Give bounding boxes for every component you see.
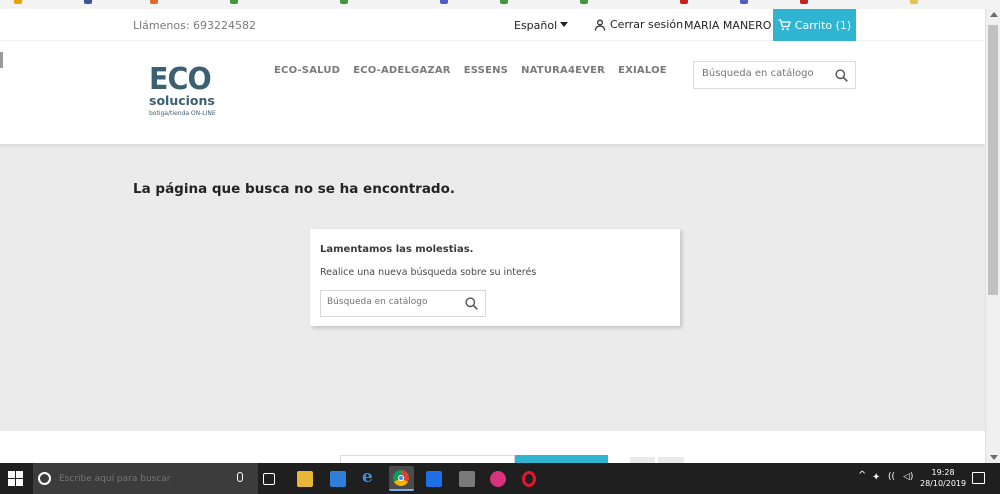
windows-start-icon[interactable]	[8, 471, 23, 486]
menu-item-eco-salud[interactable]: ECO-SALUD	[274, 65, 340, 76]
window-edge-marker	[0, 52, 3, 68]
taskbar-search[interactable]	[33, 463, 258, 494]
show-hidden-icons-icon[interactable]: ^	[858, 470, 866, 481]
menu-item-natura4ever[interactable]: NATURA4EVER	[521, 65, 605, 76]
menu-item-exialoe[interactable]: EXIALOE	[618, 65, 667, 76]
edge-icon[interactable]: e	[362, 467, 378, 487]
header-search-input[interactable]	[702, 68, 832, 79]
site-header: ECO solucions botiga/tienda ON-LINE ECO-…	[0, 41, 985, 144]
footer	[0, 431, 985, 463]
site-logo[interactable]: ECO solucions botiga/tienda ON-LINE	[149, 65, 239, 131]
card-search-input[interactable]	[327, 297, 457, 307]
opera-icon[interactable]	[522, 471, 536, 487]
card-heading: Lamentamos las molestias.	[320, 244, 474, 255]
browser-viewport: Llámenos: 693224582 Español Cerrar sesió…	[0, 9, 985, 463]
clock-date: 28/10/2019	[920, 479, 967, 488]
taskbar-search-input[interactable]	[59, 473, 229, 484]
logout-label: Cerrar sesión	[610, 18, 684, 31]
newsletter-button[interactable]	[515, 455, 608, 463]
page-title: La página que busca no se ha encontrado.	[133, 181, 455, 197]
file-explorer-icon[interactable]	[297, 471, 313, 487]
clock-time: 19:28	[931, 468, 955, 477]
cart-icon	[778, 19, 791, 31]
dropbox-tray-icon[interactable]: ✦	[872, 472, 880, 483]
top-bar: Llámenos: 693224582 Español Cerrar sesió…	[0, 9, 985, 41]
logout-link[interactable]: Cerrar sesión	[594, 18, 683, 31]
account-name-link[interactable]: MARIA MANERO	[684, 19, 771, 32]
dropbox-icon[interactable]	[426, 471, 442, 487]
main-menu: ECO-SALUD ECO-ADELGAZAR ESSENS NATURA4EV…	[274, 65, 667, 76]
volume-icon[interactable]: ◁)	[903, 472, 913, 482]
cart-button[interactable]: Carrito (1)	[773, 9, 856, 41]
card-text: Realice una nueva búsqueda sobre su inte…	[320, 267, 537, 278]
system-clock[interactable]: 19:28 28/10/2019	[920, 467, 966, 489]
phone-text: Llámenos: 693224582	[133, 19, 257, 32]
instagram-icon[interactable]	[490, 471, 506, 487]
cortana-icon	[38, 472, 51, 485]
windows-taskbar: e ^ ✦ (( ◁) 19:28 28/10/2019	[0, 463, 1000, 494]
user-icon	[594, 18, 606, 31]
search-icon[interactable]	[835, 69, 848, 82]
language-label: Español	[514, 19, 558, 32]
not-found-card: Lamentamos las molestias. Realice una nu…	[310, 229, 680, 326]
menu-item-eco-adelgazar[interactable]: ECO-ADELGAZAR	[353, 65, 451, 76]
bookmarks-strip	[0, 0, 1000, 9]
app-icon[interactable]	[459, 471, 475, 487]
scroll-down-icon[interactable]	[990, 455, 998, 460]
task-view-icon[interactable]	[263, 473, 275, 485]
notifications-icon[interactable]	[972, 472, 985, 484]
card-search	[320, 290, 486, 317]
store-icon[interactable]	[330, 471, 346, 487]
search-icon[interactable]	[465, 297, 478, 310]
chrome-icon[interactable]	[389, 466, 414, 491]
vertical-scrollbar[interactable]	[985, 9, 1000, 463]
menu-item-essens[interactable]: ESSENS	[464, 65, 508, 76]
newsletter-input[interactable]	[340, 455, 515, 463]
scroll-up-icon[interactable]	[990, 12, 998, 17]
header-search	[693, 61, 856, 89]
cart-label: Carrito (1)	[794, 18, 852, 32]
logo-text-eco: ECO	[149, 62, 212, 97]
caret-down-icon	[560, 22, 569, 27]
language-selector[interactable]: Español	[514, 19, 569, 32]
wifi-icon[interactable]: ((	[888, 472, 895, 482]
logo-tagline: botiga/tienda ON-LINE	[149, 110, 216, 117]
microphone-icon[interactable]	[237, 472, 243, 482]
scrollbar-thumb[interactable]	[988, 25, 998, 295]
